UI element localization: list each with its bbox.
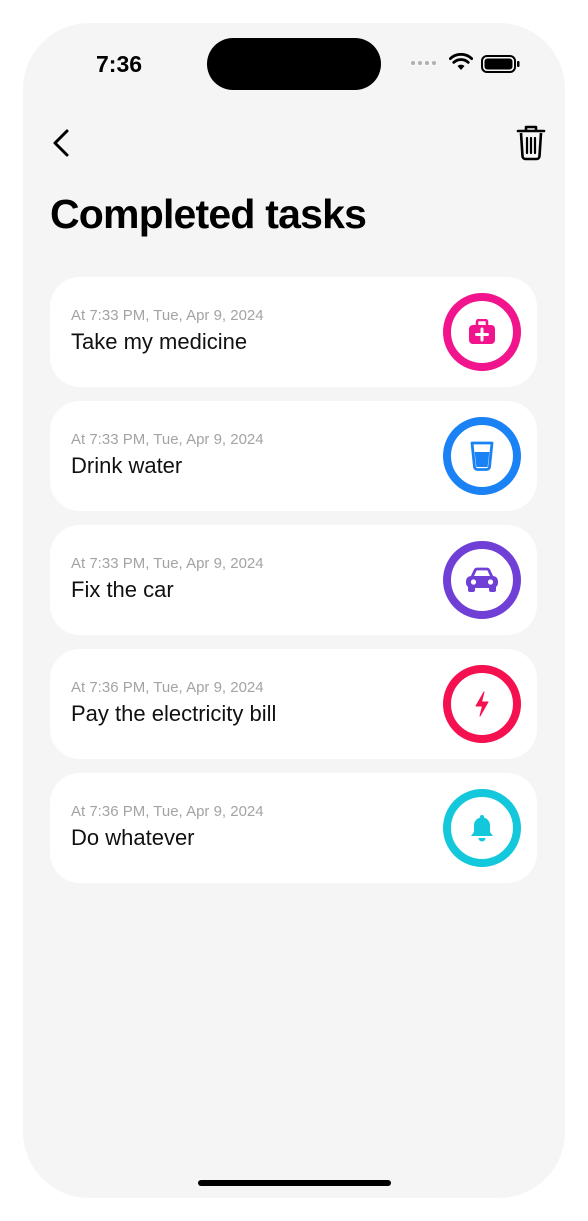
task-category-badge: [443, 293, 521, 371]
task-title: Do whatever: [71, 825, 195, 850]
task-card[interactable]: At 7:33 PM, Tue, Apr 9, 2024 Take my med…: [50, 277, 537, 387]
task-time: At 7:36 PM, Tue, Apr 9, 2024: [71, 679, 264, 696]
lightning-bolt-icon: [475, 691, 489, 717]
task-title: Drink water: [71, 453, 183, 478]
status-icons: [411, 53, 531, 73]
task-time: At 7:36 PM, Tue, Apr 9, 2024: [71, 803, 264, 820]
water-glass-icon: [470, 441, 494, 471]
task-title: Fix the car: [71, 577, 174, 602]
battery-icon: [481, 55, 520, 73]
signal-icon: [411, 61, 436, 65]
back-button[interactable]: [47, 123, 79, 163]
task-category-badge: [443, 665, 521, 743]
medical-kit-icon: [469, 319, 495, 344]
wifi-icon: [449, 53, 473, 70]
status-time: 7:36: [96, 51, 143, 77]
task-time: At 7:33 PM, Tue, Apr 9, 2024: [71, 307, 264, 324]
bell-icon: [471, 815, 493, 842]
task-card[interactable]: At 7:36 PM, Tue, Apr 9, 2024 Pay the ele…: [50, 649, 537, 759]
task-category-badge: [443, 541, 521, 619]
delete-all-button[interactable]: [513, 123, 549, 163]
home-indicator[interactable]: [198, 1180, 391, 1186]
task-card[interactable]: At 7:36 PM, Tue, Apr 9, 2024 Do whatever: [50, 773, 537, 883]
car-icon: [466, 567, 498, 592]
task-card[interactable]: At 7:33 PM, Tue, Apr 9, 2024 Fix the car: [50, 525, 537, 635]
task-category-badge: [443, 789, 521, 867]
task-time: At 7:33 PM, Tue, Apr 9, 2024: [71, 555, 264, 572]
task-time: At 7:33 PM, Tue, Apr 9, 2024: [71, 431, 264, 448]
task-title: Pay the electricity bill: [71, 701, 277, 726]
phone-screen: 7:36 Completed tasks At 7:33 PM, Tue, Ap…: [23, 23, 565, 1198]
task-category-badge: [443, 417, 521, 495]
task-title: Take my medicine: [71, 329, 248, 354]
chevron-left-icon: [53, 129, 69, 157]
task-card[interactable]: At 7:33 PM, Tue, Apr 9, 2024 Drink water: [50, 401, 537, 511]
dynamic-island: [207, 38, 381, 90]
page-title: Completed tasks: [50, 191, 367, 237]
trash-icon: [516, 125, 546, 161]
task-list: At 7:33 PM, Tue, Apr 9, 2024 Take my med…: [50, 277, 537, 897]
